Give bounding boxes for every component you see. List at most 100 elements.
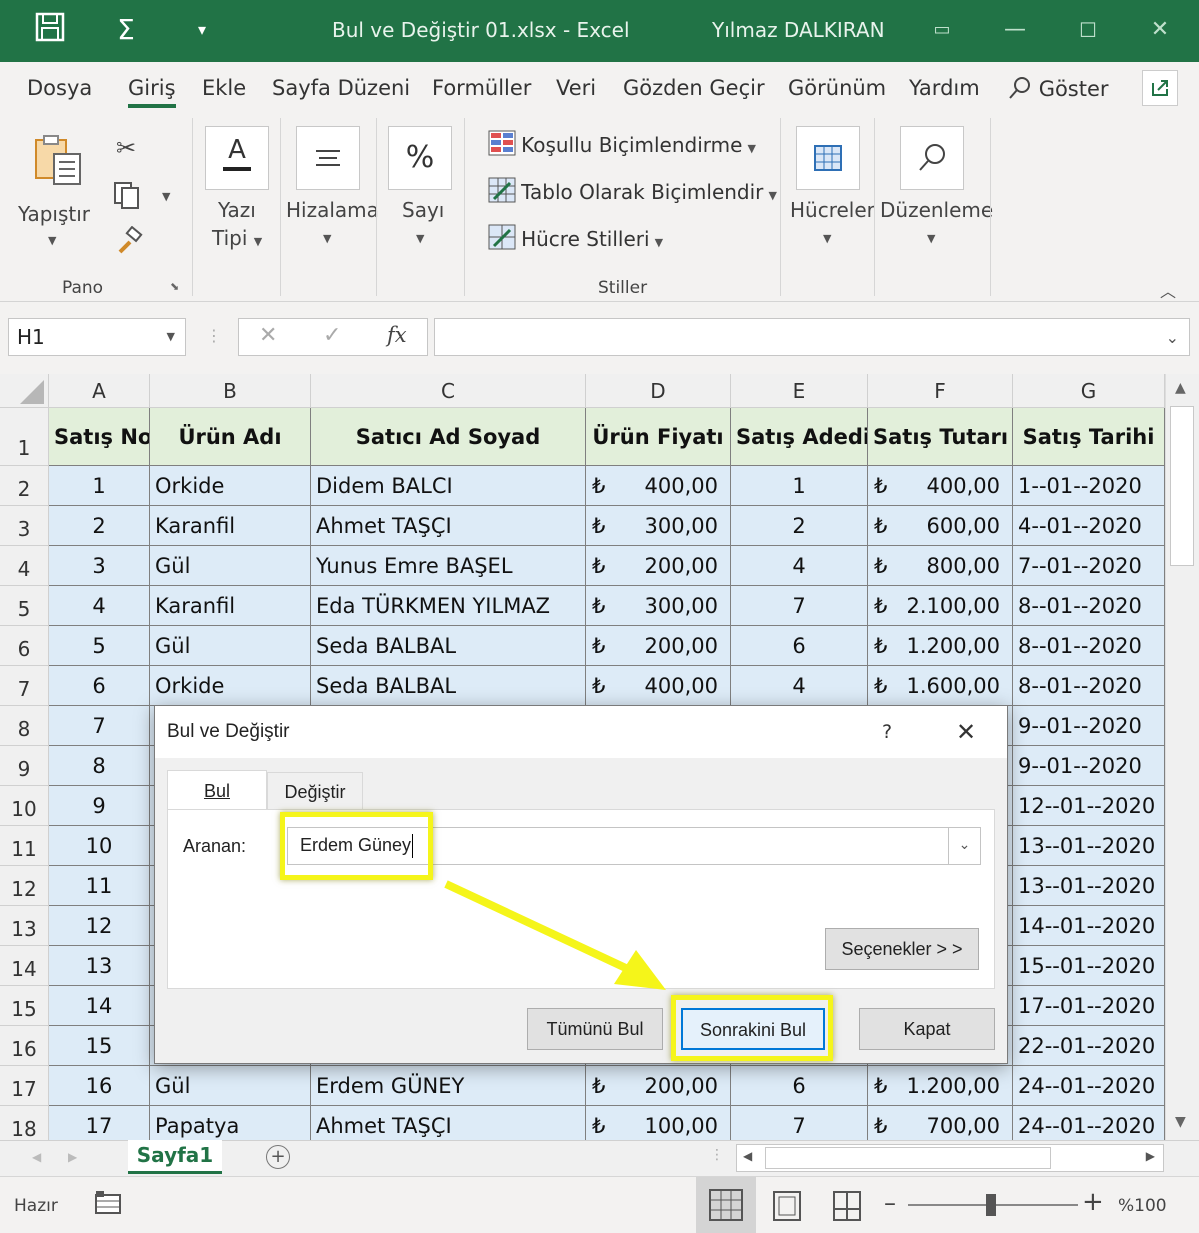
- header-cell[interactable]: Ürün Adı: [150, 408, 311, 466]
- table-cell[interactable]: 14--01--2020: [1013, 906, 1165, 946]
- table-cell[interactable]: ₺ 200,00: [586, 1066, 731, 1106]
- horizontal-scrollbar[interactable]: ◀ ▶: [736, 1144, 1164, 1172]
- tab-find[interactable]: Bul: [167, 770, 267, 810]
- collapse-ribbon-icon[interactable]: ︿: [1160, 278, 1176, 302]
- table-cell[interactable]: ₺ 600,00: [868, 506, 1013, 546]
- table-cell[interactable]: ₺ 1.600,00: [868, 666, 1013, 706]
- formula-input[interactable]: ⌄: [434, 318, 1190, 356]
- font-icon[interactable]: A: [205, 126, 269, 190]
- table-cell[interactable]: 7: [731, 586, 868, 626]
- table-cell[interactable]: 1: [49, 466, 150, 506]
- number-label[interactable]: Sayı: [402, 198, 444, 222]
- table-cell[interactable]: 7--01--2020: [1013, 546, 1165, 586]
- alignment-icon[interactable]: [296, 126, 360, 190]
- format-painter-icon[interactable]: [114, 225, 146, 262]
- table-cell[interactable]: 3: [49, 546, 150, 586]
- row-header[interactable]: 18: [0, 1106, 49, 1140]
- header-cell[interactable]: Satış Tutarı: [868, 408, 1013, 466]
- column-header-e[interactable]: E: [731, 374, 868, 408]
- column-header-b[interactable]: B: [150, 374, 311, 408]
- close-button[interactable]: Kapat: [859, 1008, 995, 1050]
- quick-access-dropdown-icon[interactable]: ▾: [182, 10, 222, 50]
- table-cell[interactable]: 17: [49, 1106, 150, 1140]
- alignment-label[interactable]: Hizalama: [286, 198, 379, 222]
- header-cell[interactable]: Satıcı Ad Soyad: [311, 408, 586, 466]
- table-cell[interactable]: 6: [49, 666, 150, 706]
- table-cell[interactable]: ₺ 300,00: [586, 586, 731, 626]
- prev-sheet-icon[interactable]: ◀: [32, 1150, 41, 1164]
- table-cell[interactable]: 8--01--2020: [1013, 586, 1165, 626]
- table-cell[interactable]: 15: [49, 1026, 150, 1066]
- find-icon[interactable]: [900, 126, 964, 190]
- sigma-icon[interactable]: Σ: [106, 10, 146, 50]
- table-cell[interactable]: Gül: [150, 1066, 311, 1106]
- table-cell[interactable]: 6: [731, 626, 868, 666]
- row-header[interactable]: 15: [0, 986, 49, 1026]
- cells-icon[interactable]: [796, 126, 860, 190]
- enter-icon[interactable]: ✓: [323, 323, 341, 348]
- help-button[interactable]: ?: [882, 721, 892, 743]
- conditional-formatting-item[interactable]: Koşullu Biçimlendirme ▼: [488, 130, 756, 157]
- header-cell[interactable]: Satış No: [49, 408, 150, 466]
- table-cell[interactable]: Karanfil: [150, 586, 311, 626]
- find-all-button[interactable]: Tümünü Bul: [527, 1008, 663, 1050]
- table-cell[interactable]: 6: [731, 1066, 868, 1106]
- font-label-2[interactable]: Tipi ▼: [212, 226, 262, 250]
- paste-dropdown-icon[interactable]: ▼: [48, 234, 56, 247]
- column-header-f[interactable]: F: [868, 374, 1013, 408]
- scroll-up-icon[interactable]: ▲: [1175, 380, 1186, 396]
- table-cell[interactable]: Orkide: [150, 466, 311, 506]
- zoom-level[interactable]: %100: [1118, 1196, 1167, 1216]
- cancel-icon[interactable]: ✕: [259, 323, 277, 348]
- copy-icon[interactable]: [112, 180, 142, 214]
- table-cell[interactable]: 7: [49, 706, 150, 746]
- table-cell[interactable]: ₺ 700,00: [868, 1106, 1013, 1140]
- clipboard-launcher-icon[interactable]: ⬊: [170, 280, 179, 293]
- percent-icon[interactable]: %: [388, 126, 452, 190]
- table-cell[interactable]: 2: [731, 506, 868, 546]
- tab-giris[interactable]: Giriş: [128, 76, 176, 108]
- table-cell[interactable]: 13--01--2020: [1013, 826, 1165, 866]
- paste-icon[interactable]: [30, 132, 86, 192]
- table-cell[interactable]: Karanfil: [150, 506, 311, 546]
- table-cell[interactable]: 24--01--2020: [1013, 1106, 1165, 1140]
- row-header[interactable]: 14: [0, 946, 49, 986]
- table-cell[interactable]: Seda BALBAL: [311, 666, 586, 706]
- page-break-view-icon[interactable]: [830, 1189, 864, 1227]
- tab-formuller[interactable]: Formüller: [432, 76, 531, 100]
- table-cell[interactable]: 1: [731, 466, 868, 506]
- normal-view-icon[interactable]: [696, 1177, 756, 1233]
- table-cell[interactable]: Gül: [150, 626, 311, 666]
- table-cell[interactable]: 4--01--2020: [1013, 506, 1165, 546]
- row-header[interactable]: 17: [0, 1066, 49, 1106]
- header-cell[interactable]: Satış Tarihi: [1013, 408, 1165, 466]
- tab-ekle[interactable]: Ekle: [202, 76, 246, 100]
- table-cell[interactable]: ₺ 300,00: [586, 506, 731, 546]
- table-cell[interactable]: 9: [49, 786, 150, 826]
- insert-function-icon[interactable]: fx: [387, 323, 407, 347]
- editing-label[interactable]: Düzenleme: [880, 198, 993, 222]
- page-layout-view-icon[interactable]: [770, 1189, 804, 1227]
- row-header[interactable]: 12: [0, 866, 49, 906]
- row-header[interactable]: 6: [0, 626, 49, 666]
- name-box[interactable]: H1 ▼: [8, 318, 186, 356]
- tab-yardim[interactable]: Yardım: [909, 76, 980, 100]
- search-tell-me[interactable]: Göster: [1008, 76, 1109, 101]
- column-header-a[interactable]: A: [49, 374, 150, 408]
- row-header[interactable]: 5: [0, 586, 49, 626]
- table-cell[interactable]: ₺ 1.200,00: [868, 1066, 1013, 1106]
- row-header[interactable]: 1: [0, 408, 49, 466]
- cells-label[interactable]: Hücreler: [790, 198, 875, 222]
- table-cell[interactable]: 5: [49, 626, 150, 666]
- row-header[interactable]: 4: [0, 546, 49, 586]
- tab-sayfa-duzeni[interactable]: Sayfa Düzeni: [272, 76, 410, 100]
- table-cell[interactable]: ₺ 800,00: [868, 546, 1013, 586]
- font-label[interactable]: Yazı: [218, 198, 256, 222]
- vertical-scrollbar[interactable]: ▲ ▼: [1165, 374, 1199, 1140]
- table-cell[interactable]: 13--01--2020: [1013, 866, 1165, 906]
- table-cell[interactable]: 8--01--2020: [1013, 666, 1165, 706]
- row-header[interactable]: 3: [0, 506, 49, 546]
- table-cell[interactable]: ₺ 200,00: [586, 626, 731, 666]
- table-cell[interactable]: 8: [49, 746, 150, 786]
- select-all-corner[interactable]: [0, 374, 49, 408]
